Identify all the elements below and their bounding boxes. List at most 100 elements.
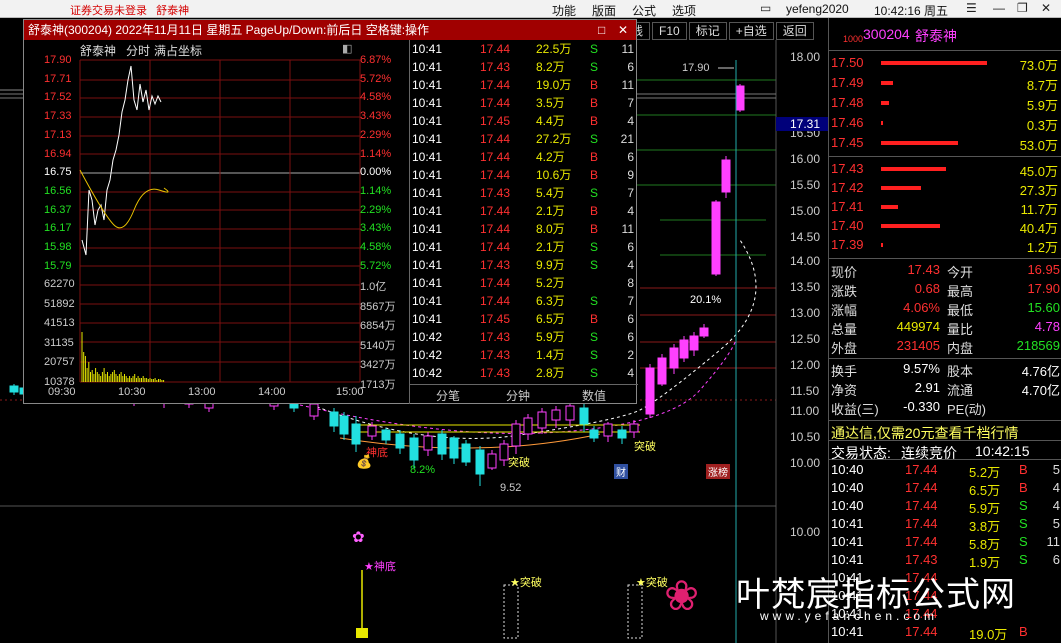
tick-price: 17.43: [480, 258, 511, 272]
candle: [409, 437, 419, 461]
quote-value: 15.60: [1027, 300, 1060, 315]
popup-title-bar[interactable]: 舒泰神(300204) 2022年11月11日 星期五 PageUp/Down:…: [24, 20, 636, 40]
intraday-popup[interactable]: 舒泰神(300204) 2022年11月11日 星期五 PageUp/Down:…: [23, 19, 638, 404]
menu-function[interactable]: 功能: [552, 2, 576, 19]
tick-row[interactable]: 10:41 17.44 27.2万 S 21: [410, 130, 638, 148]
tick-count: 7: [627, 294, 634, 308]
menu-icon[interactable]: ☰: [966, 1, 977, 15]
tick-row[interactable]: 10:41 17.43 8.2万 S 6: [410, 58, 638, 76]
menu-formula[interactable]: 公式: [632, 2, 656, 19]
stock-name-top: 舒泰神: [156, 5, 190, 17]
toolbar-f10-button[interactable]: F10: [652, 22, 687, 40]
intraday-chart[interactable]: 舒泰神 分时 满占坐标 ◧ 17.90 17.71 17.52 17.33 17…: [24, 40, 410, 404]
tick-row[interactable]: 10:42 17.43 2.8万 S 4: [410, 364, 638, 382]
trade-row[interactable]: 10:41 17.44 5.8万 S 11: [829, 534, 1061, 552]
tick-row[interactable]: 10:41 17.44 3.5万 B 7: [410, 94, 638, 112]
bid-volume: 11.7万: [1020, 202, 1058, 217]
toolbar-mark-button[interactable]: 标记: [688, 22, 727, 40]
tab-values[interactable]: 数值: [582, 387, 606, 404]
trade-volume: 6.5万: [969, 483, 1001, 498]
ask-volume-bar: [881, 121, 883, 125]
bid-row[interactable]: 17.41 11.7万: [829, 198, 1061, 218]
toolbar-add-favorite-button[interactable]: +自选: [728, 22, 774, 40]
trade-row[interactable]: 10:40 17.44 5.2万 B 5: [829, 462, 1061, 480]
trade-price: 17.44: [905, 462, 938, 477]
tick-time: 10:41: [412, 312, 443, 326]
bid-row[interactable]: 17.40 40.4万: [829, 217, 1061, 237]
ask-row[interactable]: 17.46 0.3万: [829, 114, 1061, 134]
ask-row[interactable]: 17.48 5.9万: [829, 94, 1061, 114]
tick-side: S: [590, 366, 599, 380]
tick-row[interactable]: 10:41 17.45 4.4万 B 4: [410, 112, 638, 130]
tick-row[interactable]: 10:41 17.44 4.2万 B 6: [410, 148, 638, 166]
bid-price: 17.43: [831, 161, 864, 176]
ask-row[interactable]: 17.49 8.7万: [829, 74, 1061, 94]
tick-row[interactable]: 10:41 17.45 6.5万 B 6: [410, 310, 638, 328]
minimize-icon[interactable]: —: [993, 1, 1005, 15]
tick-volume: 3.5万: [536, 96, 565, 110]
ask-row[interactable]: 17.50 73.0万: [829, 54, 1061, 74]
search-icon[interactable]: ▭: [760, 1, 771, 15]
tick-row[interactable]: 10:42 17.43 5.9万 S 6: [410, 328, 638, 346]
toolbar-back-button[interactable]: 返回: [775, 22, 814, 40]
finance-badge[interactable]: 财: [614, 464, 628, 479]
trade-row[interactable]: 10:40 17.44 5.9万 S 4: [829, 498, 1061, 516]
ask-row[interactable]: 17.45 53.0万: [829, 134, 1061, 154]
popup-maximize-icon[interactable]: □: [598, 20, 605, 40]
close-icon[interactable]: ✕: [1041, 1, 1051, 15]
tick-volume: 9.9万: [536, 258, 565, 272]
tick-volume: 5.2万: [536, 276, 565, 290]
candle: [579, 407, 589, 425]
ask-price: 17.48: [831, 95, 864, 110]
popup-close-icon[interactable]: ✕: [618, 20, 628, 40]
tick-row[interactable]: 10:41 17.44 19.0万 B 11: [410, 76, 638, 94]
intraday-pct-tick: 5.72%: [360, 259, 392, 272]
tick-row[interactable]: 10:41 17.44 22.5万 S 11: [410, 40, 638, 58]
tick-time: 10:41: [412, 258, 443, 272]
tick-count: 6: [627, 330, 634, 344]
tick-list[interactable]: 10:41 17.44 22.5万 S 11 10:41 17.43 8.2万 S 6 10:41 1…: [409, 40, 638, 404]
quote-value: 218569: [1016, 338, 1060, 353]
trade-row[interactable]: 10:41 17.44 3.8万 S 5: [829, 516, 1061, 534]
login-warning[interactable]: 证券交易未登录 舒泰神: [70, 2, 189, 18]
tick-row[interactable]: 10:41 17.44 2.1万 S 6: [410, 238, 638, 256]
intraday-pct-tick: 4.58%: [360, 91, 392, 104]
promo-banner[interactable]: 通达信,仅需20元查看千档行情: [829, 420, 1061, 441]
bid-row[interactable]: 17.42 27.3万: [829, 179, 1061, 199]
quote-value: 17.90: [1027, 281, 1060, 296]
tab-ticks[interactable]: 分笔: [436, 387, 460, 404]
tick-price: 17.44: [480, 222, 511, 236]
menu-layout[interactable]: 版面: [592, 2, 616, 19]
trade-row[interactable]: 10:40 17.44 6.5万 B 4: [829, 480, 1061, 498]
ask-volume: 5.9万: [1026, 98, 1058, 113]
tick-side: S: [590, 132, 599, 146]
price-tick: 12.00: [790, 358, 821, 372]
candle: [449, 437, 459, 459]
tick-volume: 4.4万: [536, 114, 565, 128]
tick-side: S: [590, 42, 599, 56]
tick-row[interactable]: 10:41 17.44 8.0万 B 11: [410, 220, 638, 238]
tick-row[interactable]: 10:41 17.44 2.1万 B 4: [410, 202, 638, 220]
tick-row[interactable]: 10:42 17.43 1.4万 S 2: [410, 346, 638, 364]
tick-row[interactable]: 10:41 17.43 5.4万 S 7: [410, 184, 638, 202]
menu-options[interactable]: 选项: [672, 2, 696, 19]
quote-row: 收益(三) -0.330 PE(动): [829, 399, 1061, 418]
tick-row[interactable]: 10:41 17.43 9.9万 S 4: [410, 256, 638, 274]
tab-minutes[interactable]: 分钟: [506, 387, 530, 404]
quote-label: 最低: [947, 303, 974, 318]
intraday-pct-tick: 4.58%: [360, 241, 392, 253]
bid-row[interactable]: 17.39 1.2万: [829, 236, 1061, 256]
app-menubar: 证券交易未登录 舒泰神 功能 版面 公式 选项 ▭ yefeng2020 10:…: [0, 0, 1061, 18]
tick-row[interactable]: 10:41 17.44 6.3万 S 7: [410, 292, 638, 310]
candle: [329, 411, 339, 427]
tick-count: 6: [627, 60, 634, 74]
trade-status-label: 交易状态:: [831, 445, 891, 461]
bid-row[interactable]: 17.43 45.0万: [829, 160, 1061, 180]
candle: [351, 423, 361, 445]
tick-row[interactable]: 10:41 17.44 10.6万 B 9: [410, 166, 638, 184]
restore-icon[interactable]: ❐: [1017, 1, 1028, 15]
intraday-price-tick: 17.13: [44, 128, 72, 141]
candle: [9, 385, 19, 393]
zhangbang-badge[interactable]: 涨榜: [706, 464, 730, 479]
tick-row[interactable]: 10:41 17.44 5.2万 8: [410, 274, 638, 292]
